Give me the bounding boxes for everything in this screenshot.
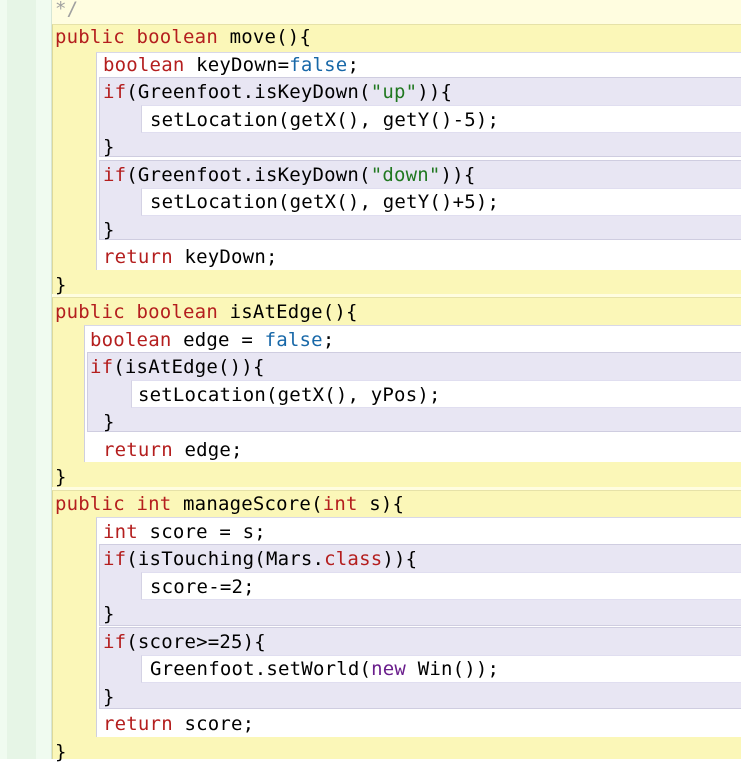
code-line-managescore-signature[interactable]: public int manageScore(int s){ <box>55 492 404 516</box>
code-token: } <box>103 219 115 241</box>
code-line-return-keydown[interactable]: return keyDown; <box>103 245 278 269</box>
code-line-close-if-down[interactable]: } <box>103 218 115 242</box>
code-token: setLocation(getX(), yPos); <box>138 384 441 406</box>
code-token: boolean <box>90 329 172 351</box>
code-line-move-signature[interactable]: public boolean move(){ <box>55 25 311 49</box>
code-token: } <box>55 274 67 296</box>
code-token: edge = <box>171 329 265 351</box>
code-line-set-location-up[interactable]: setLocation(getX(), getY()-5); <box>150 108 499 132</box>
code-token: if <box>103 631 127 653</box>
code-token: keyDown= <box>184 54 290 76</box>
code-token: public <box>55 26 125 48</box>
code-token: } <box>103 686 115 708</box>
code-line-close-managescore[interactable]: } <box>55 740 67 764</box>
code-token: keyDown; <box>172 246 278 268</box>
code-token: (Greenfoot.isKeyDown( <box>126 81 371 103</box>
code-token: public <box>55 301 125 323</box>
code-token: ; <box>347 54 360 76</box>
code-line-comment-end-line[interactable]: */ <box>55 0 78 21</box>
code-token: } <box>55 466 67 488</box>
code-token: "down" <box>370 164 441 186</box>
code-token: move(){ <box>217 26 312 48</box>
code-line-edge-declaration[interactable]: boolean edge = false; <box>90 328 334 352</box>
code-token: if <box>103 81 127 103</box>
code-line-close-if-up[interactable]: } <box>103 135 115 159</box>
code-token: false <box>264 329 323 351</box>
code-token: int <box>322 493 358 515</box>
code-token: ; <box>322 329 335 351</box>
code-token: setLocation(getX(), getY()+5); <box>150 191 500 213</box>
code-token: int <box>136 493 172 515</box>
code-token: */ <box>55 0 79 20</box>
code-token: return <box>103 246 173 268</box>
line-gutter <box>0 0 52 759</box>
code-token: )){ <box>382 548 418 570</box>
code-token: false <box>289 54 348 76</box>
code-token: (score>=25){ <box>126 631 266 653</box>
code-token: } <box>103 411 115 433</box>
code-token: boolean <box>103 54 185 76</box>
code-token: } <box>103 136 115 158</box>
code-line-if-down-line[interactable]: if(Greenfoot.isKeyDown("down")){ <box>103 163 475 187</box>
code-token: s){ <box>357 493 405 515</box>
code-line-return-score[interactable]: return score; <box>103 712 254 736</box>
code-line-set-world-line[interactable]: Greenfoot.setWorld(new Win()); <box>150 657 499 681</box>
code-token: Win()); <box>406 658 500 680</box>
code-line-close-isatedge[interactable]: } <box>55 465 67 489</box>
code-token: (Greenfoot.isKeyDown( <box>126 164 371 186</box>
code-token: boolean <box>136 26 218 48</box>
code-line-score-declaration[interactable]: int score = s; <box>103 520 266 544</box>
gutter-band <box>7 0 36 759</box>
code-line-if-up-line[interactable]: if(Greenfoot.isKeyDown("up")){ <box>103 80 452 104</box>
code-token: (isTouching(Mars. <box>126 548 325 570</box>
code-line-close-if-istouching[interactable]: } <box>103 602 115 626</box>
code-token: )){ <box>417 81 453 103</box>
code-line-set-location-ypos[interactable]: setLocation(getX(), yPos); <box>138 383 441 407</box>
code-line-set-location-down[interactable]: setLocation(getX(), getY()+5); <box>150 190 499 214</box>
code-token: setLocation(getX(), getY()-5); <box>150 109 500 131</box>
code-token: public <box>55 493 125 515</box>
code-line-close-if-isatedge[interactable]: } <box>103 410 115 434</box>
code-token: isAtEdge(){ <box>217 301 358 323</box>
code-line-return-edge[interactable]: return edge; <box>103 438 243 462</box>
code-token: class <box>324 548 383 570</box>
code-token: } <box>103 603 115 625</box>
code-token: return <box>103 713 173 735</box>
code-token: edge; <box>172 439 243 461</box>
code-token: manageScore( <box>171 493 323 515</box>
code-token: (isAtEdge()){ <box>113 356 265 378</box>
code-line-close-move[interactable]: } <box>55 273 67 297</box>
code-token: return <box>103 439 173 461</box>
code-line-if-score-line[interactable]: if(score>=25){ <box>103 630 266 654</box>
code-token: )){ <box>440 164 476 186</box>
code-token: score = s; <box>137 521 266 543</box>
code-line-score-decrement[interactable]: score-=2; <box>150 575 255 599</box>
code-token: if <box>103 164 127 186</box>
code-token: if <box>103 548 127 570</box>
code-token: "up" <box>370 81 418 103</box>
code-token: if <box>90 356 114 378</box>
code-token: int <box>103 521 138 543</box>
code-token: } <box>55 741 67 763</box>
code-token: new <box>371 658 407 680</box>
code-token: boolean <box>136 301 218 323</box>
code-token: score; <box>172 713 255 735</box>
code-line-if-isatedge-line[interactable]: if(isAtEdge()){ <box>90 355 265 379</box>
code-line-keydown-declaration[interactable]: boolean keyDown=false; <box>103 53 359 77</box>
code-token: Greenfoot.setWorld( <box>150 658 372 680</box>
code-line-isatedge-signature[interactable]: public boolean isAtEdge(){ <box>55 300 358 324</box>
code-line-close-if-score[interactable]: } <box>103 685 115 709</box>
code-line-if-istouching-line[interactable]: if(isTouching(Mars.class)){ <box>103 547 417 571</box>
code-token: score-=2; <box>150 576 255 598</box>
